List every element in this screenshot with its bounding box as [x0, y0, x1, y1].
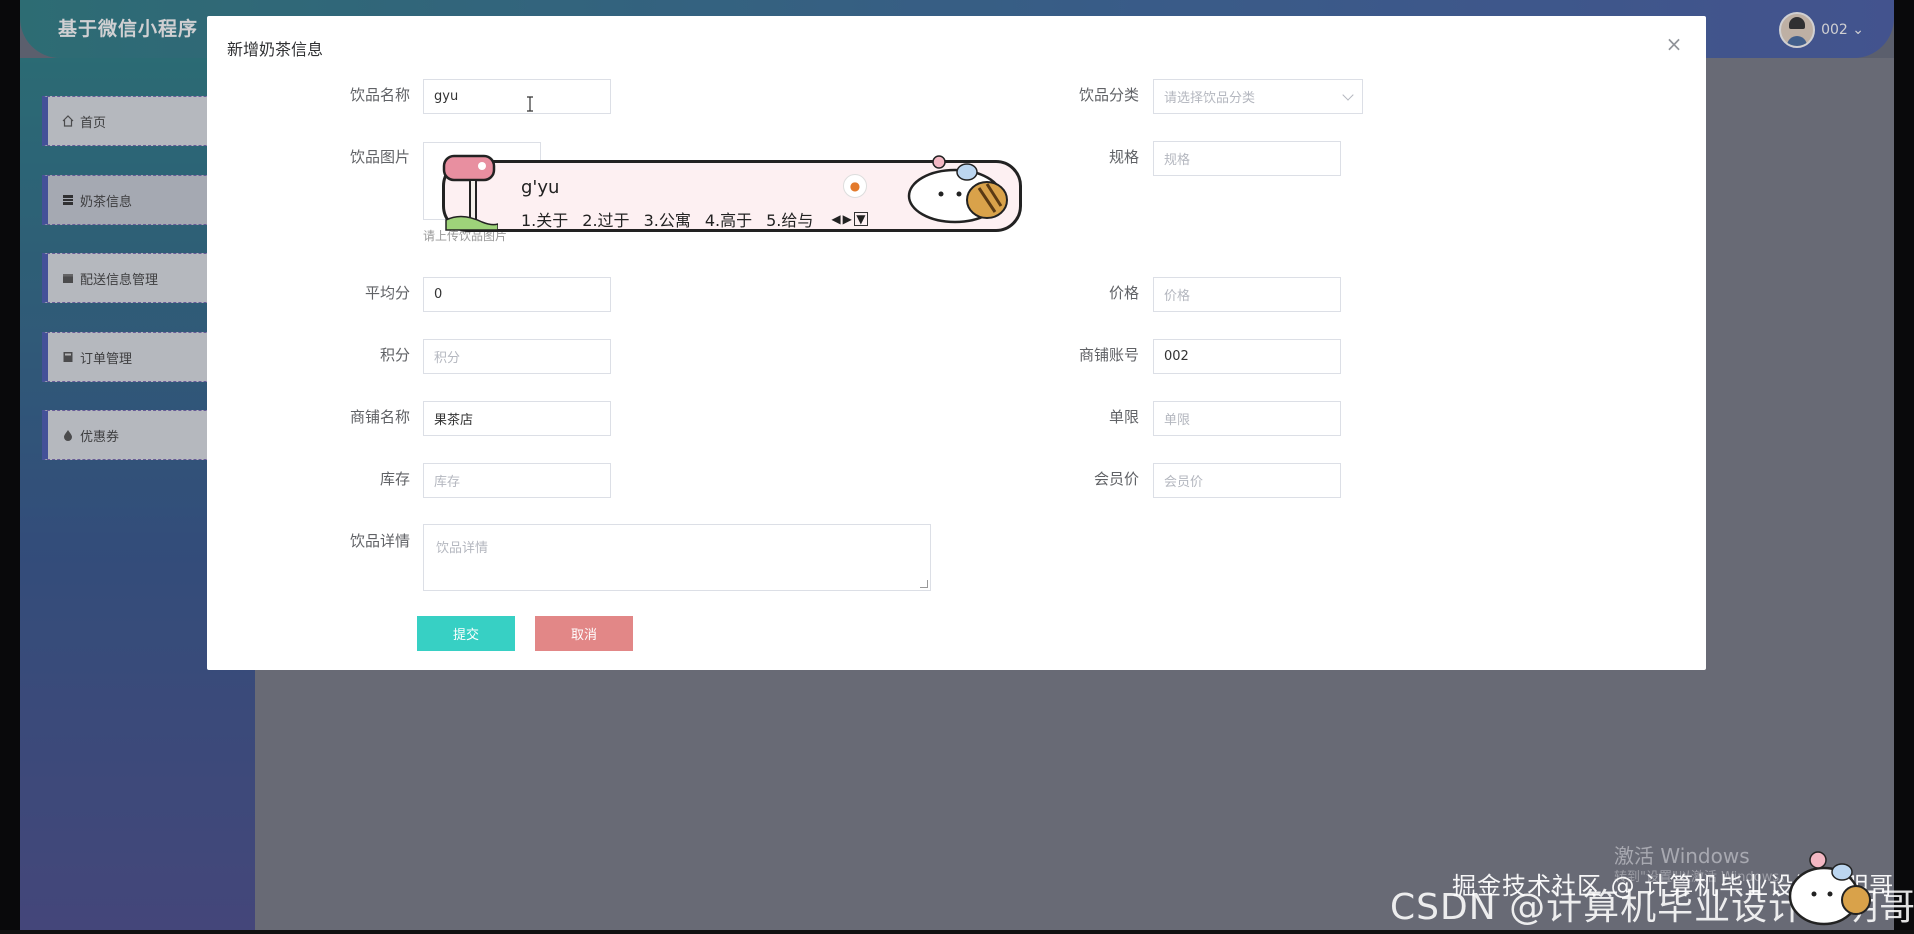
windows-activation-title: 激活 Windows	[1614, 844, 1750, 868]
detail-placeholder: 饮品详情	[436, 541, 489, 556]
ime-logo-icon[interactable]: ●	[843, 174, 867, 198]
puppy-sticker-icon	[907, 155, 1008, 224]
ime-candidates: 1.关于 2.过于 3.公寓 4.高于 5.给与 ◀ ▶ ▼	[521, 207, 868, 231]
name-label: 饮品名称	[349, 86, 410, 104]
dialog-title: 新增奶茶信息	[227, 40, 324, 59]
category-label: 饮品分类	[1078, 86, 1139, 104]
limit-input[interactable]: 单限	[1153, 401, 1341, 436]
submit-button[interactable]: 提交	[417, 616, 515, 651]
shop-name-label: 商铺名称	[349, 408, 410, 426]
points-input[interactable]: 积分	[423, 339, 611, 374]
member-price-input[interactable]: 会员价	[1153, 463, 1341, 498]
shop-account-input[interactable]: 002	[1153, 339, 1341, 374]
detail-label: 饮品详情	[349, 532, 410, 550]
category-select[interactable]: 请选择饮品分类	[1153, 79, 1363, 114]
limit-label: 单限	[1108, 408, 1139, 426]
spec-label: 规格	[1108, 148, 1139, 166]
add-milk-tea-dialog: 新增奶茶信息 × 饮品名称 gyu 饮品图片 请上传饮品图片 平均分 0 积分 …	[207, 16, 1706, 670]
avg-score-input[interactable]: 0	[423, 277, 611, 312]
cancel-button[interactable]: 取消	[535, 616, 633, 651]
bottom-edge	[0, 930, 1914, 934]
price-input[interactable]: 价格	[1153, 277, 1341, 312]
chevron-down-icon	[1342, 88, 1354, 101]
category-placeholder: 请选择饮品分类	[1164, 91, 1256, 106]
name-input[interactable]: gyu	[423, 79, 611, 114]
stock-input[interactable]: 库存	[423, 463, 611, 498]
ime-candidate[interactable]: 5.给与	[766, 207, 813, 231]
ime-candidate[interactable]: 4.高于	[705, 207, 752, 231]
shop-name-input[interactable]: 果茶店	[423, 401, 611, 436]
price-label: 价格	[1108, 284, 1139, 302]
chevron-down-icon[interactable]: ▼	[853, 212, 868, 226]
ime-page-arrows[interactable]: ◀ ▶ ▼	[831, 212, 868, 226]
avg-score-label: 平均分	[364, 284, 410, 302]
ime-candidate[interactable]: 3.公寓	[644, 207, 691, 231]
member-price-label: 会员价	[1093, 470, 1139, 488]
stock-label: 库存	[379, 470, 410, 488]
resize-handle-icon[interactable]	[920, 580, 928, 588]
mailbox-sticker-icon	[442, 154, 498, 231]
spec-input[interactable]: 规格	[1153, 141, 1341, 176]
ime-candidate[interactable]: 1.关于	[521, 207, 568, 231]
ime-composition: g'yu	[521, 177, 560, 198]
points-label: 积分	[379, 346, 410, 364]
corner-puppy-sticker-icon	[1788, 851, 1871, 926]
shop-account-label: 商铺账号	[1078, 346, 1139, 364]
text-cursor-icon	[527, 96, 533, 112]
ime-candidate[interactable]: 2.过于	[582, 207, 629, 231]
detail-textarea[interactable]: 饮品详情	[423, 524, 931, 591]
chevron-right-icon[interactable]: ▶	[843, 212, 852, 226]
image-label: 饮品图片	[349, 148, 410, 166]
chevron-left-icon[interactable]: ◀	[831, 212, 840, 226]
close-icon[interactable]: ×	[1664, 34, 1684, 54]
